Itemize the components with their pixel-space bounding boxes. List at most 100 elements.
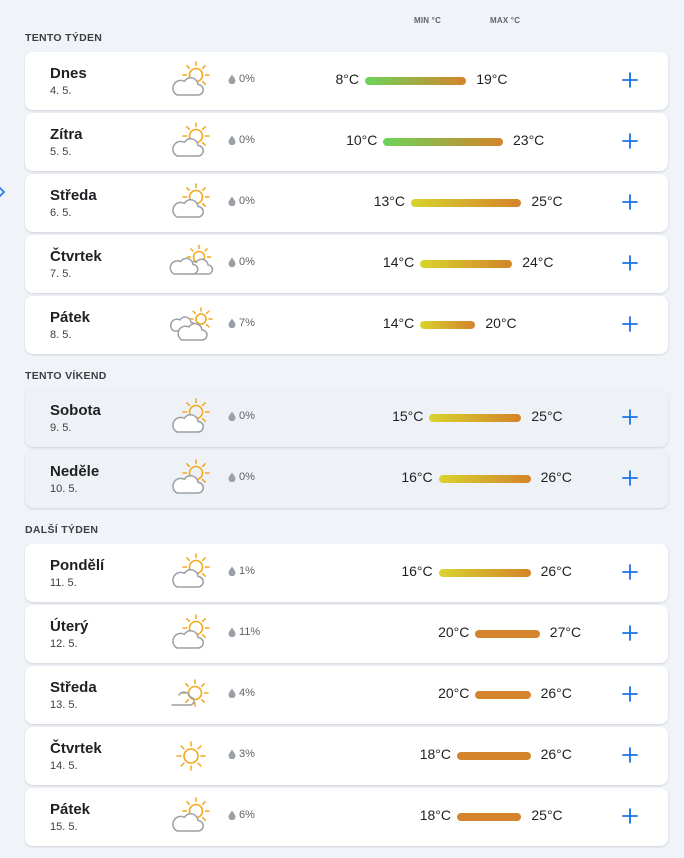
day-name: Pondělí: [50, 557, 105, 574]
forecast-row[interactable]: Úterý 12. 5. 11% 20°C 27°C: [25, 605, 668, 663]
min-temp: 16°C: [401, 563, 433, 579]
precipitation-value: 0%: [239, 195, 255, 207]
forecast-row[interactable]: Středa 6. 5. 0% 13°C 25°C: [25, 174, 668, 232]
forecast-row[interactable]: Středa 13. 5. 4% 20°C 26°C: [25, 666, 668, 724]
min-temp: 15°C: [392, 408, 424, 424]
day-date: 15. 5.: [50, 821, 78, 833]
day-date: 12. 5.: [50, 638, 78, 650]
max-temp: 25°C: [531, 193, 563, 209]
day-name: Středa: [50, 679, 97, 696]
day-name: Úterý: [50, 618, 89, 635]
max-temp: 23°C: [513, 132, 545, 148]
section-this-week-title: TENTO TÝDEN: [25, 32, 103, 44]
max-temp: 25°C: [531, 408, 563, 424]
raindrop-icon: [228, 135, 236, 145]
partly-cloudy-sun-icon: [172, 459, 210, 494]
temp-range-bar: [438, 475, 531, 483]
mostly-cloudy-icon: [170, 307, 213, 341]
precipitation: 7%: [228, 317, 255, 329]
forecast-row[interactable]: Dnes 4. 5. 0% 8°C 19°C: [25, 52, 668, 110]
expand-plus-icon[interactable]: [619, 805, 641, 827]
forecast-row[interactable]: Čtvrtek 7. 5. 0% 14°C 24°C: [25, 235, 668, 293]
temp-range-bar: [383, 138, 503, 146]
max-temp: 24°C: [522, 254, 554, 270]
sun-icon: [176, 741, 206, 771]
expand-plus-icon[interactable]: [619, 683, 641, 705]
expand-plus-icon[interactable]: [619, 69, 641, 91]
forecast-row[interactable]: Čtvrtek 14. 5. 3% 18°C 26°C: [25, 727, 668, 785]
forecast-row[interactable]: Neděle 10. 5. 0% 16°C 26°C: [25, 450, 668, 508]
forecast-row[interactable]: Pátek 15. 5. 6% 18°C 25°C: [25, 788, 668, 846]
expand-plus-icon[interactable]: [619, 622, 641, 644]
min-temp: 20°C: [438, 685, 470, 701]
partly-cloudy-sun-icon: [172, 398, 210, 433]
expand-plus-icon[interactable]: [619, 744, 641, 766]
forecast-row[interactable]: Zítra 5. 5. 0% 10°C 23°C: [25, 113, 668, 171]
expand-plus-icon[interactable]: [619, 406, 641, 428]
raindrop-icon: [228, 688, 236, 698]
day-name: Pátek: [50, 309, 91, 326]
mostly-sunny-icon: [171, 679, 209, 707]
max-temp: 26°C: [540, 469, 572, 485]
section-next-week: Pondělí 11. 5. 1% 16°C 26°C Úterý 12. 5. 11% 20°…: [25, 544, 668, 849]
max-temp: 26°C: [540, 746, 572, 762]
section-this-week: Dnes 4. 5. 0% 8°C 19°C Zítra 5. 5. 0% 10°C 23°C St…: [25, 52, 668, 357]
expand-plus-icon[interactable]: [619, 191, 641, 213]
partly-cloudy-sun-icon: [172, 553, 210, 588]
min-temp: 14°C: [382, 315, 415, 331]
day-name: Čtvrtek: [50, 248, 102, 265]
max-temp: 20°C: [485, 315, 517, 331]
day-name: Pátek: [50, 801, 91, 818]
temp-range-bar: [457, 813, 522, 821]
raindrop-icon: [228, 472, 236, 482]
precipitation: 6%: [228, 809, 255, 821]
raindrop-icon: [228, 196, 236, 206]
raindrop-icon: [228, 749, 236, 759]
chevron-right-icon[interactable]: [0, 186, 6, 198]
day-name: Sobota: [50, 402, 101, 419]
day-date: 5. 5.: [50, 146, 72, 158]
min-temp: 10°C: [346, 132, 378, 148]
max-temp: 27°C: [549, 624, 582, 640]
column-headers: MIN °C MAX °C: [0, 16, 684, 28]
expand-plus-icon[interactable]: [619, 313, 641, 335]
temp-range-bar: [457, 752, 531, 760]
expand-plus-icon[interactable]: [619, 561, 641, 583]
section-weekend: Sobota 9. 5. 0% 15°C 25°C Neděle 10. 5. 0% 16°C 2…: [25, 389, 668, 511]
partly-cloudy-sun-icon: [172, 61, 210, 96]
day-name: Neděle: [50, 463, 100, 480]
expand-plus-icon[interactable]: [619, 467, 641, 489]
precipitation-value: 4%: [239, 687, 255, 699]
precipitation-value: 6%: [239, 809, 255, 821]
temp-range-bar: [475, 630, 540, 638]
max-temp: 25°C: [531, 807, 563, 823]
temp-range-bar: [475, 691, 531, 699]
day-name: Zítra: [50, 126, 83, 143]
day-date: 4. 5.: [50, 85, 72, 97]
precipitation-value: 11%: [239, 626, 261, 638]
forecast-row[interactable]: Pondělí 11. 5. 1% 16°C 26°C: [25, 544, 668, 602]
cloudy-sun-icon: [169, 244, 214, 275]
precipitation: 0%: [228, 134, 255, 146]
temp-range-bar: [429, 414, 522, 422]
min-temp: 18°C: [419, 746, 451, 762]
min-temp: 13°C: [373, 193, 405, 209]
min-temp: 20°C: [438, 624, 470, 640]
expand-plus-icon[interactable]: [619, 130, 641, 152]
precipitation-value: 7%: [239, 317, 255, 329]
raindrop-icon: [228, 411, 236, 421]
day-name: Čtvrtek: [50, 740, 102, 757]
max-temp: 26°C: [540, 563, 572, 579]
temp-range-bar: [438, 569, 531, 577]
min-temp: 18°C: [419, 807, 451, 823]
temp-range-bar: [420, 321, 476, 329]
day-date: 14. 5.: [50, 760, 78, 772]
raindrop-icon: [228, 74, 236, 84]
forecast-row[interactable]: Sobota 9. 5. 0% 15°C 25°C: [25, 389, 668, 447]
forecast-row[interactable]: Pátek 8. 5. 7% 14°C 20°C: [25, 296, 668, 354]
day-name: Dnes: [50, 65, 87, 82]
day-date: 10. 5.: [50, 483, 78, 495]
expand-plus-icon[interactable]: [619, 252, 641, 274]
day-name: Středa: [50, 187, 97, 204]
precipitation: 0%: [228, 256, 255, 268]
